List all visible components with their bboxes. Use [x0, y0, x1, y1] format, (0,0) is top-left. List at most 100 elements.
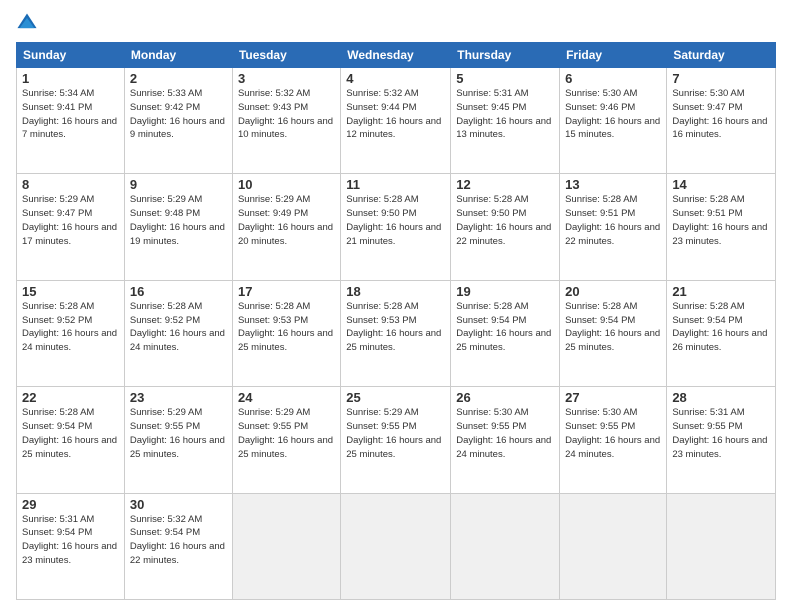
calendar-cell: 15 Sunrise: 5:28 AMSunset: 9:52 PMDaylig…	[17, 280, 125, 386]
page: SundayMondayTuesdayWednesdayThursdayFrid…	[0, 0, 792, 612]
header-cell: Friday	[560, 43, 667, 68]
calendar-table: SundayMondayTuesdayWednesdayThursdayFrid…	[16, 42, 776, 600]
day-number: 30	[130, 497, 227, 512]
logo	[16, 12, 40, 34]
calendar-cell: 24 Sunrise: 5:29 AMSunset: 9:55 PMDaylig…	[232, 387, 340, 493]
day-number: 12	[456, 177, 554, 192]
calendar-cell: 10 Sunrise: 5:29 AMSunset: 9:49 PMDaylig…	[232, 174, 340, 280]
header	[16, 12, 776, 34]
day-number: 25	[346, 390, 445, 405]
calendar-cell: 6 Sunrise: 5:30 AMSunset: 9:46 PMDayligh…	[560, 68, 667, 174]
header-cell: Wednesday	[341, 43, 451, 68]
calendar-cell: 23 Sunrise: 5:29 AMSunset: 9:55 PMDaylig…	[124, 387, 232, 493]
day-number: 8	[22, 177, 119, 192]
day-info: Sunrise: 5:29 AMSunset: 9:48 PMDaylight:…	[130, 194, 225, 246]
day-info: Sunrise: 5:28 AMSunset: 9:54 PMDaylight:…	[22, 407, 117, 459]
header-cell: Tuesday	[232, 43, 340, 68]
calendar-cell: 27 Sunrise: 5:30 AMSunset: 9:55 PMDaylig…	[560, 387, 667, 493]
day-info: Sunrise: 5:32 AMSunset: 9:44 PMDaylight:…	[346, 88, 441, 140]
header-cell: Saturday	[667, 43, 776, 68]
day-number: 1	[22, 71, 119, 86]
day-info: Sunrise: 5:28 AMSunset: 9:52 PMDaylight:…	[130, 301, 225, 353]
calendar-cell: 5 Sunrise: 5:31 AMSunset: 9:45 PMDayligh…	[451, 68, 560, 174]
day-number: 16	[130, 284, 227, 299]
day-number: 18	[346, 284, 445, 299]
day-info: Sunrise: 5:32 AMSunset: 9:54 PMDaylight:…	[130, 514, 225, 566]
calendar-week-row: 1 Sunrise: 5:34 AMSunset: 9:41 PMDayligh…	[17, 68, 776, 174]
day-info: Sunrise: 5:30 AMSunset: 9:55 PMDaylight:…	[565, 407, 660, 459]
day-info: Sunrise: 5:33 AMSunset: 9:42 PMDaylight:…	[130, 88, 225, 140]
day-info: Sunrise: 5:31 AMSunset: 9:55 PMDaylight:…	[672, 407, 767, 459]
day-number: 2	[130, 71, 227, 86]
day-number: 20	[565, 284, 661, 299]
day-info: Sunrise: 5:28 AMSunset: 9:50 PMDaylight:…	[346, 194, 441, 246]
header-cell: Monday	[124, 43, 232, 68]
header-cell: Sunday	[17, 43, 125, 68]
day-info: Sunrise: 5:28 AMSunset: 9:54 PMDaylight:…	[565, 301, 660, 353]
calendar-cell: 13 Sunrise: 5:28 AMSunset: 9:51 PMDaylig…	[560, 174, 667, 280]
calendar-cell: 30 Sunrise: 5:32 AMSunset: 9:54 PMDaylig…	[124, 493, 232, 599]
day-number: 28	[672, 390, 770, 405]
day-info: Sunrise: 5:28 AMSunset: 9:50 PMDaylight:…	[456, 194, 551, 246]
calendar-cell: 25 Sunrise: 5:29 AMSunset: 9:55 PMDaylig…	[341, 387, 451, 493]
calendar-cell	[341, 493, 451, 599]
day-number: 11	[346, 177, 445, 192]
calendar-cell: 7 Sunrise: 5:30 AMSunset: 9:47 PMDayligh…	[667, 68, 776, 174]
calendar-cell: 17 Sunrise: 5:28 AMSunset: 9:53 PMDaylig…	[232, 280, 340, 386]
calendar-cell: 4 Sunrise: 5:32 AMSunset: 9:44 PMDayligh…	[341, 68, 451, 174]
day-info: Sunrise: 5:29 AMSunset: 9:55 PMDaylight:…	[130, 407, 225, 459]
day-number: 19	[456, 284, 554, 299]
calendar-cell: 3 Sunrise: 5:32 AMSunset: 9:43 PMDayligh…	[232, 68, 340, 174]
day-number: 9	[130, 177, 227, 192]
day-number: 6	[565, 71, 661, 86]
calendar-cell: 20 Sunrise: 5:28 AMSunset: 9:54 PMDaylig…	[560, 280, 667, 386]
calendar-cell	[451, 493, 560, 599]
day-number: 17	[238, 284, 335, 299]
day-number: 4	[346, 71, 445, 86]
day-info: Sunrise: 5:28 AMSunset: 9:54 PMDaylight:…	[672, 301, 767, 353]
day-number: 24	[238, 390, 335, 405]
day-info: Sunrise: 5:28 AMSunset: 9:54 PMDaylight:…	[456, 301, 551, 353]
calendar-week-row: 22 Sunrise: 5:28 AMSunset: 9:54 PMDaylig…	[17, 387, 776, 493]
calendar-cell: 8 Sunrise: 5:29 AMSunset: 9:47 PMDayligh…	[17, 174, 125, 280]
calendar-week-row: 29 Sunrise: 5:31 AMSunset: 9:54 PMDaylig…	[17, 493, 776, 599]
calendar-cell	[560, 493, 667, 599]
day-number: 21	[672, 284, 770, 299]
header-cell: Thursday	[451, 43, 560, 68]
calendar-cell: 21 Sunrise: 5:28 AMSunset: 9:54 PMDaylig…	[667, 280, 776, 386]
calendar-cell: 16 Sunrise: 5:28 AMSunset: 9:52 PMDaylig…	[124, 280, 232, 386]
calendar-cell: 11 Sunrise: 5:28 AMSunset: 9:50 PMDaylig…	[341, 174, 451, 280]
day-info: Sunrise: 5:29 AMSunset: 9:49 PMDaylight:…	[238, 194, 333, 246]
day-number: 13	[565, 177, 661, 192]
calendar-cell: 29 Sunrise: 5:31 AMSunset: 9:54 PMDaylig…	[17, 493, 125, 599]
calendar-cell: 9 Sunrise: 5:29 AMSunset: 9:48 PMDayligh…	[124, 174, 232, 280]
day-number: 10	[238, 177, 335, 192]
day-number: 27	[565, 390, 661, 405]
day-info: Sunrise: 5:28 AMSunset: 9:51 PMDaylight:…	[672, 194, 767, 246]
calendar-cell: 14 Sunrise: 5:28 AMSunset: 9:51 PMDaylig…	[667, 174, 776, 280]
day-number: 3	[238, 71, 335, 86]
calendar-cell: 2 Sunrise: 5:33 AMSunset: 9:42 PMDayligh…	[124, 68, 232, 174]
calendar-cell: 26 Sunrise: 5:30 AMSunset: 9:55 PMDaylig…	[451, 387, 560, 493]
day-info: Sunrise: 5:34 AMSunset: 9:41 PMDaylight:…	[22, 88, 117, 140]
day-info: Sunrise: 5:29 AMSunset: 9:55 PMDaylight:…	[346, 407, 441, 459]
day-info: Sunrise: 5:31 AMSunset: 9:45 PMDaylight:…	[456, 88, 551, 140]
calendar-cell: 1 Sunrise: 5:34 AMSunset: 9:41 PMDayligh…	[17, 68, 125, 174]
day-info: Sunrise: 5:29 AMSunset: 9:47 PMDaylight:…	[22, 194, 117, 246]
day-info: Sunrise: 5:32 AMSunset: 9:43 PMDaylight:…	[238, 88, 333, 140]
day-info: Sunrise: 5:28 AMSunset: 9:53 PMDaylight:…	[238, 301, 333, 353]
logo-icon	[16, 12, 38, 34]
day-number: 26	[456, 390, 554, 405]
day-info: Sunrise: 5:28 AMSunset: 9:53 PMDaylight:…	[346, 301, 441, 353]
calendar-cell: 12 Sunrise: 5:28 AMSunset: 9:50 PMDaylig…	[451, 174, 560, 280]
header-row: SundayMondayTuesdayWednesdayThursdayFrid…	[17, 43, 776, 68]
day-number: 22	[22, 390, 119, 405]
calendar-cell: 28 Sunrise: 5:31 AMSunset: 9:55 PMDaylig…	[667, 387, 776, 493]
day-info: Sunrise: 5:29 AMSunset: 9:55 PMDaylight:…	[238, 407, 333, 459]
day-number: 7	[672, 71, 770, 86]
day-number: 5	[456, 71, 554, 86]
calendar-cell: 22 Sunrise: 5:28 AMSunset: 9:54 PMDaylig…	[17, 387, 125, 493]
day-number: 29	[22, 497, 119, 512]
calendar-cell: 19 Sunrise: 5:28 AMSunset: 9:54 PMDaylig…	[451, 280, 560, 386]
day-info: Sunrise: 5:30 AMSunset: 9:47 PMDaylight:…	[672, 88, 767, 140]
